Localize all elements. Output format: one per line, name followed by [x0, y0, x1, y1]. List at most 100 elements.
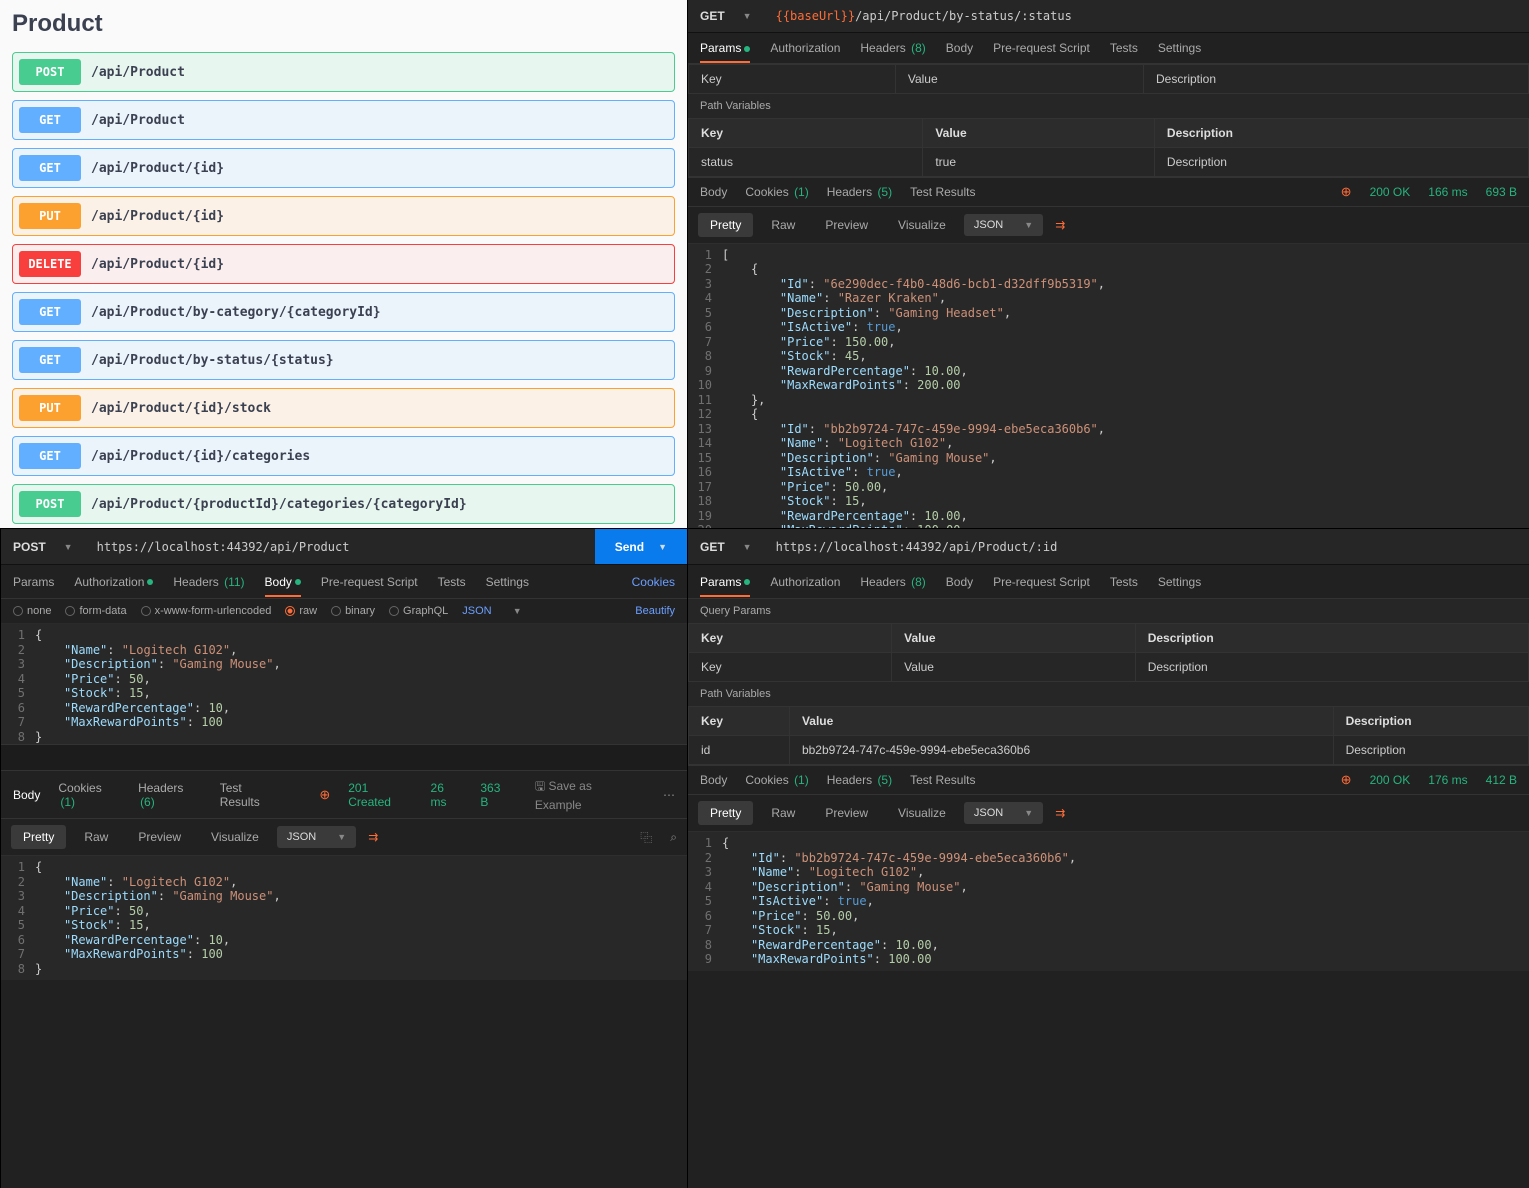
tab-params[interactable]: Params	[700, 41, 750, 63]
resp-tab-body[interactable]: Body	[700, 185, 727, 199]
view-raw[interactable]: Raw	[72, 825, 120, 849]
network-icon[interactable]: ⊕	[1341, 184, 1352, 200]
view-visualize[interactable]: Visualize	[886, 213, 958, 237]
tab-settings[interactable]: Settings	[1158, 575, 1201, 589]
resp-tab-tests[interactable]: Test Results	[910, 773, 975, 787]
view-pretty[interactable]: Pretty	[11, 825, 66, 849]
desc-cell[interactable]: Description	[1144, 64, 1529, 93]
tab-tests[interactable]: Tests	[1110, 41, 1138, 55]
response-editor[interactable]: 1[2 {3 "Id": "6e290dec-f4b0-48d6-bcb1-d3…	[688, 244, 1529, 528]
resp-tab-cookies[interactable]: Cookies (1)	[745, 185, 808, 199]
tab-body[interactable]: Body	[265, 575, 301, 597]
bodytype-form[interactable]: form-data	[65, 605, 126, 617]
network-icon[interactable]: ⊕	[1341, 772, 1352, 788]
tab-prereq[interactable]: Pre-request Script	[993, 41, 1090, 55]
endpoint-row[interactable]: GET/api/Product	[12, 100, 675, 140]
endpoint-row[interactable]: DELETE/api/Product/{id}	[12, 244, 675, 284]
tab-headers[interactable]: Headers (11)	[173, 575, 244, 589]
pv-desc[interactable]: Description	[1333, 736, 1528, 765]
copy-icon[interactable]: ⿻	[640, 829, 652, 846]
method-dropdown[interactable]: GET▼	[688, 0, 764, 32]
bodytype-raw[interactable]: raw	[285, 605, 317, 617]
view-raw[interactable]: Raw	[759, 213, 807, 237]
resp-tab-cookies[interactable]: Cookies (1)	[745, 773, 808, 787]
view-pretty[interactable]: Pretty	[698, 801, 753, 825]
endpoint-row[interactable]: GET/api/Product/{id}/categories	[12, 436, 675, 476]
bodytype-graphql[interactable]: GraphQL	[389, 605, 448, 617]
raw-format-dropdown[interactable]: JSON ▼	[462, 605, 521, 617]
method-dropdown[interactable]: GET▼	[688, 529, 764, 564]
search-icon[interactable]: ⌕	[670, 830, 677, 845]
tab-params[interactable]: Params	[700, 575, 750, 597]
resp-tab-tests[interactable]: Test Results	[910, 185, 975, 199]
tab-auth[interactable]: Authorization	[770, 41, 840, 55]
wrap-icon[interactable]: ⇉	[1055, 218, 1065, 232]
resp-tab-body[interactable]: Body	[700, 773, 727, 787]
view-visualize[interactable]: Visualize	[199, 825, 271, 849]
tab-prereq[interactable]: Pre-request Script	[993, 575, 1090, 589]
desc-cell[interactable]: Description	[1135, 653, 1528, 682]
url-input[interactable]: https://localhost:44392/api/Product	[85, 540, 595, 554]
tab-headers[interactable]: Headers (8)	[860, 41, 925, 55]
beautify-link[interactable]: Beautify	[635, 605, 675, 617]
format-dropdown[interactable]: JSON ▼	[964, 214, 1043, 236]
key-cell[interactable]: Key	[689, 653, 892, 682]
resp-tab-headers[interactable]: Headers (5)	[827, 773, 892, 787]
tab-auth[interactable]: Authorization	[74, 575, 153, 589]
endpoint-row[interactable]: PUT/api/Product/{id}/stock	[12, 388, 675, 428]
resp-tab-tests[interactable]: Test Results	[220, 781, 284, 809]
tab-body[interactable]: Body	[946, 41, 973, 55]
view-preview[interactable]: Preview	[813, 213, 880, 237]
view-raw[interactable]: Raw	[759, 801, 807, 825]
format-dropdown[interactable]: JSON ▼	[277, 826, 356, 848]
more-icon[interactable]: ⋯	[663, 788, 675, 802]
url-input[interactable]: https://localhost:44392/api/Product/:id	[764, 540, 1529, 554]
pv-value[interactable]: bb2b9724-747c-459e-9994-ebe5eca360b6	[789, 736, 1333, 765]
format-dropdown[interactable]: JSON ▼	[964, 802, 1043, 824]
tab-auth[interactable]: Authorization	[770, 575, 840, 589]
wrap-icon[interactable]: ⇉	[1055, 806, 1065, 820]
endpoint-row[interactable]: POST/api/Product/{productId}/categories/…	[12, 484, 675, 524]
tab-params[interactable]: Params	[13, 575, 54, 589]
view-preview[interactable]: Preview	[126, 825, 193, 849]
endpoint-row[interactable]: GET/api/Product/{id}	[12, 148, 675, 188]
resp-tab-headers[interactable]: Headers (6)	[138, 781, 202, 809]
endpoint-row[interactable]: POST/api/Product	[12, 52, 675, 92]
bodytype-urlenc[interactable]: x-www-form-urlencoded	[141, 605, 272, 617]
value-cell[interactable]: Value	[892, 653, 1136, 682]
value-cell[interactable]: Value	[895, 64, 1143, 93]
response-editor[interactable]: 1{2 "Name": "Logitech G102",3 "Descripti…	[1, 856, 687, 980]
pv-key[interactable]: id	[689, 736, 790, 765]
pv-key[interactable]: status	[689, 147, 923, 176]
view-visualize[interactable]: Visualize	[886, 801, 958, 825]
endpoint-row[interactable]: GET/api/Product/by-status/{status}	[12, 340, 675, 380]
bodytype-none[interactable]: none	[13, 605, 51, 617]
endpoint-row[interactable]: PUT/api/Product/{id}	[12, 196, 675, 236]
url-input[interactable]: {{baseUrl}}/api/Product/by-status/:statu…	[764, 9, 1529, 23]
cookies-link[interactable]: Cookies	[632, 575, 675, 589]
send-button[interactable]: Send▼	[595, 529, 687, 564]
tab-headers[interactable]: Headers (8)	[860, 575, 925, 589]
tab-tests[interactable]: Tests	[438, 575, 466, 589]
tab-prereq[interactable]: Pre-request Script	[321, 575, 418, 589]
view-preview[interactable]: Preview	[813, 801, 880, 825]
view-pretty[interactable]: Pretty	[698, 213, 753, 237]
tab-settings[interactable]: Settings	[1158, 41, 1201, 55]
method-dropdown[interactable]: POST▼	[1, 529, 85, 564]
wrap-icon[interactable]: ⇉	[368, 830, 378, 844]
network-icon[interactable]: ⊕	[319, 787, 330, 803]
request-body-editor[interactable]: 1{2 "Name": "Logitech G102",3 "Descripti…	[1, 624, 687, 744]
response-editor[interactable]: 1{2 "Id": "bb2b9724-747c-459e-9994-ebe5e…	[688, 832, 1529, 971]
tab-settings[interactable]: Settings	[486, 575, 529, 589]
resp-tab-body[interactable]: Body	[13, 788, 40, 802]
pv-value[interactable]: true	[923, 147, 1155, 176]
resp-tab-headers[interactable]: Headers (5)	[827, 185, 892, 199]
bodytype-binary[interactable]: binary	[331, 605, 375, 617]
resp-tab-cookies[interactable]: Cookies (1)	[58, 781, 120, 809]
save-example-button[interactable]: 🖫 Save as Example	[535, 777, 639, 812]
key-cell[interactable]: Key	[689, 64, 896, 93]
tab-tests[interactable]: Tests	[1110, 575, 1138, 589]
pv-desc[interactable]: Description	[1154, 147, 1528, 176]
endpoint-row[interactable]: GET/api/Product/by-category/{categoryId}	[12, 292, 675, 332]
tab-body[interactable]: Body	[946, 575, 973, 589]
